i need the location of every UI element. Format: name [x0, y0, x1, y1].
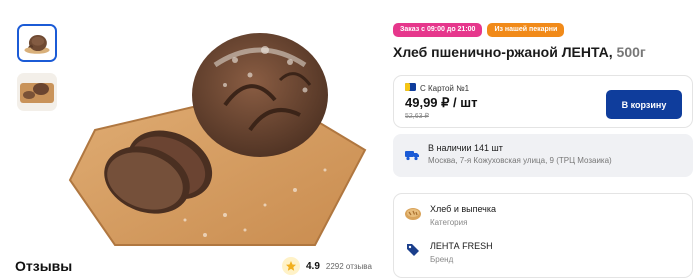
product-info-card: Хлеб и выпечка Категория ЛЕНТА FRESH Бре… — [393, 193, 693, 278]
price-value: 49,99 ₽ — [405, 95, 450, 110]
category-row[interactable]: Хлеб и выпечка Категория — [404, 204, 496, 227]
loyalty-card-text: С Картой №1 — [420, 83, 470, 93]
old-price: 52,63 ₽ — [405, 113, 429, 120]
category-label: Категория — [430, 218, 468, 227]
category-value: Хлеб и выпечка — [430, 204, 497, 214]
brand-value: ЛЕНТА FRESH — [430, 241, 493, 251]
delivery-truck-icon — [405, 148, 419, 166]
price-unit: / шт — [453, 95, 478, 110]
reviews-title: Отзывы — [15, 258, 73, 274]
star-icon — [282, 257, 300, 275]
stock-status: В наличии 141 шт — [428, 143, 503, 153]
price-card: С Картой №1 49,99 ₽ / шт 52,63 ₽ В корзи… — [393, 75, 693, 128]
rating-score: 4.9 — [306, 260, 320, 272]
loyalty-card-label: С Картой №1 — [405, 83, 469, 93]
thumbnail-2[interactable] — [17, 73, 57, 111]
thumbnail-bread-board-image — [17, 73, 57, 111]
add-to-cart-button[interactable]: В корзину — [606, 90, 682, 119]
rating-summary[interactable]: 4.9 2292 отзыва — [282, 257, 372, 275]
brand-row[interactable]: ЛЕНТА FRESH Бренд — [404, 241, 493, 264]
badge-own-bakery: Из нашей пекарни — [487, 23, 565, 37]
product-main-image — [68, 33, 367, 246]
thumbnail-bread-image — [19, 26, 55, 60]
product-title: Хлеб пшенично-ржаной ЛЕНТА, 500г — [393, 44, 646, 60]
reviews-count[interactable]: 2292 отзыва — [326, 262, 372, 271]
badge-order-time: Заказ с 09:00 до 21:00 — [393, 23, 483, 37]
product-weight: 500г — [616, 44, 646, 60]
availability-card[interactable]: В наличии 141 шт Москва, 7-я Кожуховская… — [393, 134, 693, 177]
bread-icon — [404, 204, 422, 222]
brand-label: Бренд — [430, 255, 454, 264]
current-price: 49,99 ₽ / шт — [405, 95, 477, 111]
thumbnail-1[interactable] — [17, 24, 57, 62]
store-address: Москва, 7-я Кожуховская улица, 9 (ТРЦ Мо… — [428, 156, 612, 165]
badges: Заказ с 09:00 до 21:00 Из нашей пекарни — [393, 23, 565, 37]
loyalty-card-icon — [405, 83, 416, 93]
product-name: Хлеб пшенично-ржаной ЛЕНТА, — [393, 44, 613, 60]
product-page: Отзывы 4.9 2292 отзыва Заказ с 09:00 до … — [0, 0, 700, 280]
tag-icon — [404, 241, 422, 259]
